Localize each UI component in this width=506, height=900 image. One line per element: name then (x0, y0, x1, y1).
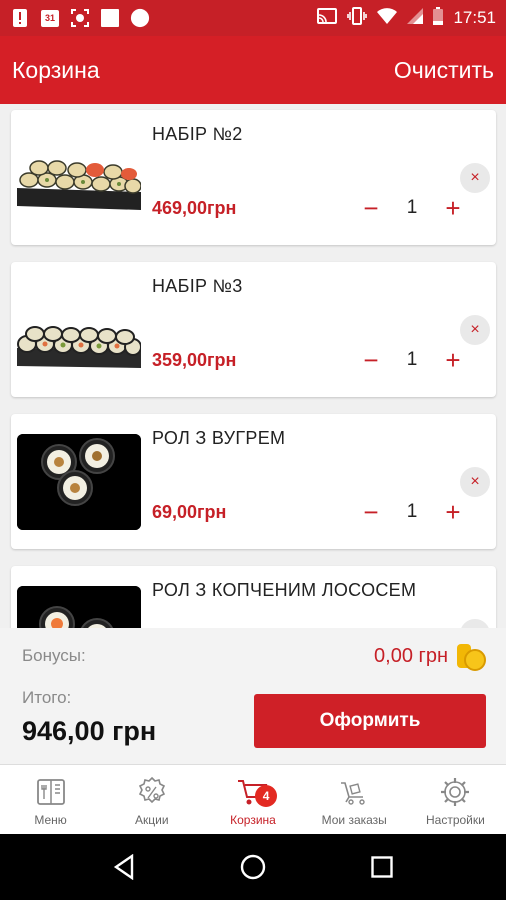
product-price: 69,00грн (152, 502, 227, 522)
battery-icon (433, 6, 444, 30)
bottom-tab-bar: Меню Акции 4 Корзина Мои заказы Настройк… (0, 764, 506, 834)
status-bar: 31 17:51 (0, 0, 506, 36)
tab-promotions[interactable]: Акции (101, 765, 202, 834)
calendar-icon: 31 (40, 8, 60, 28)
circle-icon (130, 8, 150, 28)
menu-book-icon (36, 779, 65, 805)
page-title: Корзина (12, 56, 100, 83)
checkout-button[interactable]: Оформить (254, 694, 486, 748)
tab-menu[interactable]: Меню (0, 765, 101, 834)
cart-item: РОЛ З ВУГРЕМ 69,00грн − 1 + × (11, 414, 496, 549)
back-button[interactable] (104, 847, 144, 887)
cast-icon (317, 7, 338, 29)
product-image-set-3 (17, 282, 141, 378)
cart-item: НАБІР №2 469,00грн − 1 + × (11, 110, 496, 245)
calendar-day: 31 (44, 13, 55, 23)
order-summary: Бонусы: 0,00 грн Итого: 946,00 грн Оформ… (0, 628, 506, 764)
close-icon: × (470, 169, 480, 186)
quantity-value: 1 (406, 349, 418, 370)
recents-button[interactable] (362, 847, 402, 887)
vibrate-icon (347, 6, 368, 30)
cart-count-badge: 4 (255, 785, 278, 807)
screenshot-icon (70, 8, 90, 28)
app-bar: Корзина Очистить (0, 36, 506, 104)
quantity-value: 1 (406, 197, 418, 218)
percent-badge-icon (138, 776, 165, 804)
remove-item-button[interactable]: × (460, 467, 490, 497)
clear-cart-button[interactable]: Очистить (394, 57, 494, 84)
tab-my-orders[interactable]: Мои заказы (304, 765, 405, 834)
tab-label: Меню (34, 813, 67, 827)
signal-icon (407, 7, 424, 29)
alert-icon (10, 8, 30, 28)
increase-quantity-button[interactable]: + (438, 346, 468, 374)
product-image-eel-roll (17, 434, 141, 530)
cart-item: РОЛ З КОПЧЕНИМ ЛОСОСЕМ (11, 566, 496, 628)
product-name: РОЛ З ВУГРЕМ (152, 428, 286, 448)
back-triangle-icon (114, 854, 134, 880)
remove-item-button[interactable] (460, 619, 490, 628)
decrease-quantity-button[interactable]: − (356, 194, 386, 222)
remove-item-button[interactable]: × (460, 315, 490, 345)
product-name: НАБІР №2 (152, 124, 243, 144)
recents-square-icon (370, 856, 393, 878)
gear-icon (441, 778, 470, 806)
quantity-stepper: − 1 + (356, 194, 468, 222)
bonus-label: Бонусы: (22, 646, 86, 665)
total-label: Итого: (22, 688, 72, 707)
increase-quantity-button[interactable]: + (438, 194, 468, 222)
status-time: 17:51 (453, 8, 496, 27)
decrease-quantity-button[interactable]: − (356, 346, 386, 374)
cart-item: НАБІР №3 359,00грн − 1 + × (11, 262, 496, 397)
tab-label: Настройки (425, 813, 485, 827)
close-icon: × (470, 321, 480, 338)
product-image-smoked-salmon-roll (17, 586, 141, 628)
bonus-value: 0,00 грн (374, 645, 448, 667)
coins-icon (455, 640, 487, 672)
wifi-icon (377, 7, 398, 29)
product-price: 469,00грн (152, 198, 237, 218)
decrease-quantity-button[interactable]: − (356, 498, 386, 526)
quantity-value: 1 (406, 501, 418, 522)
increase-quantity-button[interactable]: + (438, 498, 468, 526)
close-icon: × (470, 473, 480, 490)
tab-label: Корзина (230, 813, 276, 827)
orders-cart-icon (341, 782, 365, 805)
quantity-stepper: − 1 + (356, 498, 468, 526)
product-name: РОЛ З КОПЧЕНИМ ЛОСОСЕМ (152, 580, 417, 600)
tab-settings[interactable]: Настройки (405, 765, 506, 834)
product-name: НАБІР №3 (152, 276, 243, 296)
square-icon (100, 8, 120, 28)
product-image-set-2 (17, 130, 141, 226)
total-value: 946,00 грн (22, 716, 157, 746)
remove-item-button[interactable]: × (460, 163, 490, 193)
system-nav-bar (0, 834, 506, 900)
cart-list[interactable]: НАБІР №2 469,00грн − 1 + × НАБІР №3 359,… (0, 104, 506, 628)
quantity-stepper: − 1 + (356, 346, 468, 374)
home-circle-icon (240, 854, 266, 880)
home-button[interactable] (233, 847, 273, 887)
tab-label: Акции (135, 813, 169, 827)
product-price: 359,00грн (152, 350, 237, 370)
tab-cart[interactable]: 4 Корзина (202, 765, 303, 834)
tab-label: Мои заказы (321, 813, 387, 827)
